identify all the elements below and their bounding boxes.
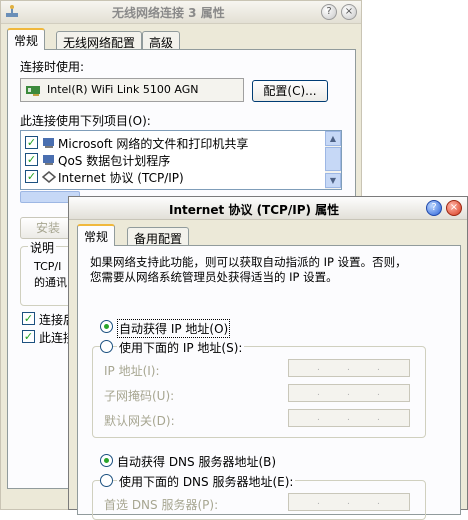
list-item[interactable]: ✓ Internet 协议 (TCP/IP) <box>25 169 325 185</box>
scroll-thumb[interactable] <box>325 147 341 171</box>
adapter-name: Intel(R) WiFi Link 5100 AGN <box>47 83 199 96</box>
auto-dns-radio[interactable] <box>100 454 113 467</box>
subnet-mask-label: 子网掩码(U): <box>104 389 175 403</box>
help-button[interactable]: ? <box>426 200 442 216</box>
default-gateway-label: 默认网关(D): <box>104 414 175 428</box>
share-icon <box>42 136 56 150</box>
item-checkbox[interactable]: ✓ <box>25 153 38 166</box>
close-icon: × <box>344 6 354 17</box>
info-text: 您需要从网络系统管理员处获得适当的 IP 设置。 <box>90 270 338 284</box>
items-label: 此连接使用下列项目(O): <box>20 114 151 128</box>
scroll-down-icon[interactable]: ▼ <box>325 173 341 188</box>
list-item[interactable]: ✓ Microsoft 网络的文件和打印机共享 <box>25 135 325 151</box>
item-label: Internet 协议 (TCP/IP) <box>58 171 184 185</box>
close-button[interactable]: × <box>446 200 462 216</box>
auto-ip-label: 自动获得 IP 地址(O) <box>117 319 231 338</box>
description-text: TCP/I <box>34 260 62 273</box>
item-label: Microsoft 网络的文件和打印机共享 <box>58 137 249 151</box>
description-text: 的通讯 <box>34 276 67 289</box>
tab-general[interactable]: 常规 <box>7 28 46 50</box>
manual-dns-label: 使用下面的 DNS 服务器地址(E): <box>117 473 296 490</box>
network-icon <box>5 4 19 18</box>
notify-checkbox[interactable]: ✓ <box>22 330 35 343</box>
close-icon: × <box>449 202 459 213</box>
tcpip-properties-window: Internet 协议 (TCP/IP) 属性 ? × 常规 备用配置 如果网络… <box>68 196 468 520</box>
scroll-up-icon[interactable]: ▲ <box>325 131 341 146</box>
front-window-titlebar: Internet 协议 (TCP/IP) 属性 ? × <box>69 197 467 220</box>
manual-ip-radio[interactable] <box>100 340 113 353</box>
auto-dns-label: 自动获得 DNS 服务器地址(B) <box>117 455 277 469</box>
front-window-title: Internet 协议 (TCP/IP) 属性 <box>169 203 340 217</box>
qos-icon <box>42 153 56 167</box>
auto-ip-radio[interactable] <box>100 320 113 333</box>
back-window-title: 无线网络连接 3 属性 <box>112 6 225 20</box>
subnet-mask-field[interactable]: ... <box>288 384 410 402</box>
tab-wireless-config[interactable]: 无线网络配置 <box>56 31 143 50</box>
front-general-panel: 如果网络支持此功能，则可以获取自动指派的 IP 设置。否则， 您需要从网络系统管… <box>77 245 461 520</box>
protocol-icon <box>41 171 57 183</box>
description-label: 说明 <box>28 239 57 256</box>
adapter-icon <box>25 84 41 96</box>
configure-button[interactable]: 配置(C)... <box>252 80 328 102</box>
help-icon: ? <box>431 202 437 213</box>
back-window-titlebar: 无线网络连接 3 属性 ? × <box>1 1 361 24</box>
ip-address-field[interactable]: ... <box>288 359 410 377</box>
help-button[interactable]: ? <box>321 4 337 20</box>
ip-address-label: IP 地址(I): <box>104 364 160 378</box>
preferred-dns-field[interactable]: ... <box>288 493 410 511</box>
tab-advanced[interactable]: 高级 <box>142 31 181 50</box>
connect-using-label: 连接时使用: <box>20 60 85 74</box>
tab-alternate-config[interactable]: 备用配置 <box>127 227 190 246</box>
help-icon: ? <box>326 6 332 17</box>
manual-dns-radio[interactable] <box>100 474 113 487</box>
close-button[interactable]: × <box>341 4 357 20</box>
manual-ip-label: 使用下面的 IP 地址(S): <box>117 339 245 356</box>
list-scrollbar[interactable]: ▲ ▼ <box>325 131 341 189</box>
preferred-dns-label: 首选 DNS 服务器(P): <box>104 498 219 512</box>
components-list: ✓ Microsoft 网络的文件和打印机共享 ✓ QoS 数据包计划程序 ✓ … <box>20 130 342 190</box>
item-label: QoS 数据包计划程序 <box>58 154 171 168</box>
item-checkbox[interactable]: ✓ <box>25 136 38 149</box>
show-icon-checkbox[interactable]: ✓ <box>22 312 35 325</box>
item-checkbox[interactable]: ✓ <box>25 170 38 183</box>
info-text: 如果网络支持此功能，则可以获取自动指派的 IP 设置。否则， <box>90 255 407 269</box>
tab-general[interactable]: 常规 <box>77 224 116 246</box>
default-gateway-field[interactable]: ... <box>288 409 410 427</box>
list-item[interactable]: ✓ QoS 数据包计划程序 <box>25 152 325 168</box>
adapter-box: Intel(R) WiFi Link 5100 AGN <box>20 78 244 102</box>
